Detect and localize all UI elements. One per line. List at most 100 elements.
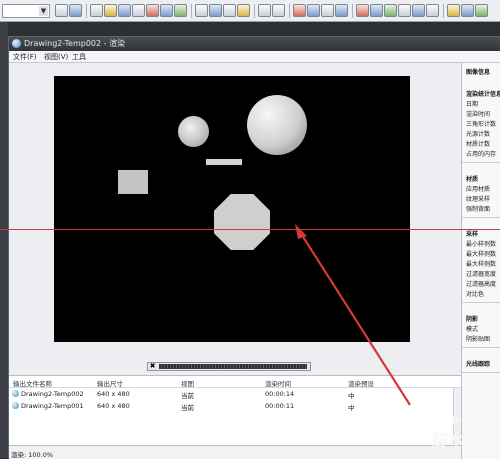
toolbar-button[interactable]	[104, 4, 117, 17]
info-section-divider	[462, 347, 500, 348]
toolbar-button[interactable]	[174, 4, 187, 17]
toolbar-button[interactable]	[272, 4, 285, 17]
table-cell-view: 当前	[181, 392, 194, 400]
toolbar-button[interactable]	[223, 4, 236, 17]
info-row: 纹理采样	[466, 196, 491, 203]
watermark-name: 脚本之家	[431, 431, 496, 450]
toolbar-separator	[352, 4, 353, 18]
toolbar-separator	[254, 4, 255, 18]
annotation-line	[0, 229, 500, 230]
info-section-divider	[462, 217, 500, 218]
window-app-icon	[12, 39, 21, 48]
table-cell-view: 当前	[181, 404, 194, 412]
table-cell-filename[interactable]: Drawing2-Temp002	[21, 390, 84, 398]
info-row: 阴影贴图	[466, 336, 491, 343]
toolbar-button[interactable]	[69, 4, 82, 17]
watermark: jb51.net 脚本之家	[420, 416, 500, 458]
toolbar-button[interactable]	[237, 4, 250, 17]
image-info-panel[interactable]: 图像信息渲染统计信息 日期渲染时间三角形计数光源计数材质计数占用的内存材质应用材质…	[461, 63, 500, 459]
toolbar-button[interactable]	[118, 4, 131, 17]
info-row: 最大样例数	[466, 261, 497, 268]
menu-file[interactable]: 文件(F)	[13, 52, 37, 62]
toolbar-button[interactable]	[447, 4, 460, 17]
table-cell-preset: 中	[348, 392, 355, 400]
close-icon[interactable]: ✖	[149, 363, 156, 370]
toolbar-button[interactable]	[258, 4, 271, 17]
toolbar-button[interactable]	[398, 4, 411, 17]
toolbar-button[interactable]	[132, 4, 145, 17]
info-panel-title: 图像信息	[466, 69, 491, 76]
status-bar: 渲染: 100.0%	[9, 445, 461, 459]
info-section-heading[interactable]: 采样	[466, 229, 478, 238]
toolbar-button[interactable]	[307, 4, 320, 17]
left-dock-strip	[0, 22, 8, 458]
table-cell-preset: 中	[348, 404, 355, 412]
table-cell-filename[interactable]: Drawing2-Temp001	[21, 402, 84, 410]
table-cell-render-time: 00:00:14	[265, 390, 295, 398]
toolbar-button[interactable]	[412, 4, 425, 17]
toolbar-button[interactable]	[90, 4, 103, 17]
toolbar-button[interactable]	[195, 4, 208, 17]
toolbar-separator	[443, 4, 444, 18]
toolbar-button[interactable]	[160, 4, 173, 17]
info-row: 渲染时间	[466, 111, 491, 118]
toolbar-separator	[86, 4, 87, 18]
toolbar-button[interactable]	[55, 4, 68, 17]
info-row: 应用材质	[466, 186, 491, 193]
main-toolbar: ▼	[0, 0, 500, 22]
toolbar-button[interactable]	[335, 4, 348, 17]
info-section-heading[interactable]: 光线跟踪	[466, 359, 490, 368]
info-section-heading[interactable]: 阴影	[466, 314, 478, 323]
info-section-heading[interactable]: 材质	[466, 174, 478, 183]
render-window: Drawing2-Temp002 - 渲染 文件(F) 视图(V) 工具 图像信…	[8, 36, 500, 459]
info-row: 最小样例数	[466, 241, 497, 248]
window-title: Drawing2-Temp002 - 渲染	[24, 39, 126, 48]
row-render-icon	[12, 402, 19, 409]
toolbar-button[interactable]	[293, 4, 306, 17]
info-row: 日期	[466, 101, 479, 108]
info-row: 光源计数	[466, 131, 491, 138]
row-render-icon	[12, 390, 19, 397]
table-cell-size: 640 x 480	[97, 390, 130, 398]
info-section-divider	[462, 372, 500, 373]
toolbar-separator	[191, 4, 192, 18]
toolbar-button[interactable]	[475, 4, 488, 17]
toolbar-button[interactable]	[426, 4, 439, 17]
toolbar-button[interactable]	[461, 4, 474, 17]
toolbar-button[interactable]	[321, 4, 334, 17]
render-progress-bar: ✖	[147, 362, 311, 371]
info-section-divider	[462, 162, 500, 163]
toolbar-combo[interactable]: ▼	[2, 4, 50, 18]
table-cell-size: 640 x 480	[97, 402, 130, 410]
info-row: 最大样例数	[466, 251, 497, 258]
small-sphere	[178, 116, 209, 147]
octagon-shape	[214, 194, 270, 250]
info-row: 三角形计数	[466, 121, 497, 128]
toolbar-button[interactable]	[370, 4, 383, 17]
table-cell-render-time: 00:00:11	[265, 402, 295, 410]
info-row: 过滤器高度	[466, 281, 497, 288]
toolbar-button[interactable]	[209, 4, 222, 17]
menu-view[interactable]: 视图(V)	[44, 52, 68, 62]
toolbar-button[interactable]	[384, 4, 397, 17]
chevron-down-icon[interactable]: ▼	[39, 6, 48, 16]
info-section-heading[interactable]: 渲染统计信息	[466, 89, 500, 98]
window-titlebar[interactable]: Drawing2-Temp002 - 渲染	[9, 37, 500, 51]
large-sphere	[247, 95, 307, 155]
menu-tools[interactable]: 工具	[72, 52, 86, 62]
box-shape	[118, 170, 148, 194]
watermark-site: jb51.net	[452, 416, 496, 426]
progress-fill	[159, 364, 307, 369]
toolbar-button[interactable]	[356, 4, 369, 17]
toolbar-separator	[289, 4, 290, 18]
toolbar-button[interactable]	[146, 4, 159, 17]
info-row: 过滤器宽度	[466, 271, 497, 278]
output-file-table: 输出文件名称 输出尺寸 视图 渲染时间 渲染预设 Drawing2-Temp00…	[9, 375, 461, 446]
thin-bar-shape	[206, 159, 242, 165]
render-viewport[interactable]	[54, 76, 410, 342]
info-row: 材质计数	[466, 141, 491, 148]
table-header-divider	[9, 387, 461, 388]
menu-bar: 文件(F) 视图(V) 工具	[9, 51, 500, 63]
info-row: 占用的内存	[466, 151, 497, 158]
info-section-divider	[462, 302, 500, 303]
